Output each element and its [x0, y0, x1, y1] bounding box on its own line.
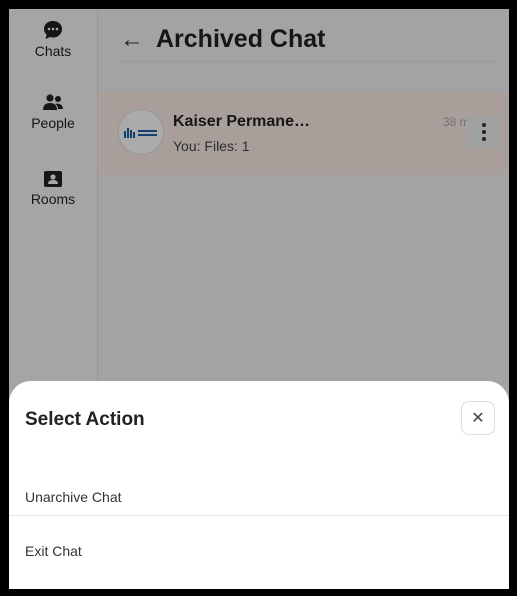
exit-chat-option[interactable]: Exit Chat — [9, 525, 509, 579]
option-divider — [9, 515, 509, 516]
action-sheet-title: Select Action — [25, 409, 145, 430]
app-frame: Chats People Rooms ← Archived Chat Kaise… — [9, 9, 509, 589]
option-label: Unarchive Chat — [25, 489, 122, 505]
option-label: Exit Chat — [25, 543, 82, 559]
action-sheet: Select Action ✕ Unarchive Chat Exit Chat — [9, 381, 509, 589]
close-button[interactable]: ✕ — [461, 401, 495, 435]
close-icon: ✕ — [471, 410, 485, 427]
unarchive-chat-option[interactable]: Unarchive Chat — [9, 471, 509, 525]
